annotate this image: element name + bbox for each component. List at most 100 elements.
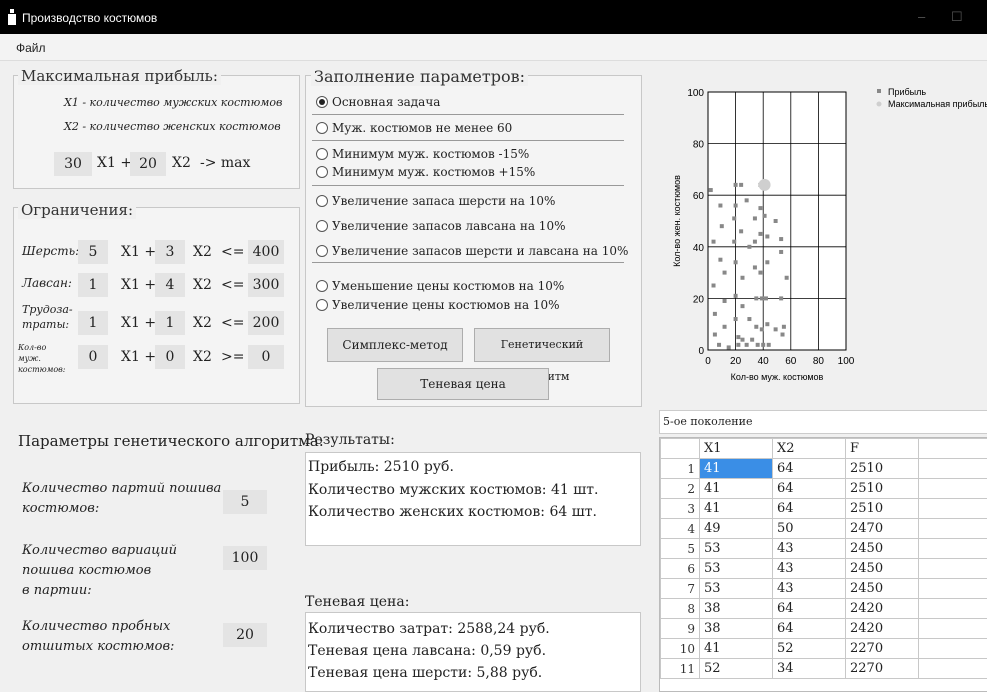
cell-x2[interactable]: 43 [773,559,846,579]
cell-x1[interactable]: 41 [700,639,773,659]
labor-rhs[interactable]: 200 [248,311,284,335]
cell-x1[interactable]: 53 [700,579,773,599]
row-header[interactable]: 2 [661,479,700,499]
row-header[interactable]: 5 [661,539,700,559]
table-row[interactable]: 753432450 [661,579,987,599]
scatter-point [779,296,783,300]
row-header[interactable]: 8 [661,599,700,619]
menu-file[interactable]: Файл [16,41,46,55]
men-a[interactable]: 0 [78,345,108,369]
cell-f[interactable]: 2420 [846,619,919,639]
generation-select[interactable]: 5-ое поколение [659,410,987,434]
row-header[interactable]: 4 [661,519,700,539]
option-main-task: Основная задача [332,95,440,109]
cell-f[interactable]: 2450 [846,579,919,599]
table-row[interactable]: 1152342270 [661,659,987,679]
minimize-icon[interactable]: – [918,9,925,24]
cell-x1[interactable]: 41 [700,499,773,519]
cell-x1[interactable]: 52 [700,659,773,679]
cell-x1[interactable]: 38 [700,599,773,619]
labor-a[interactable]: 1 [78,311,108,335]
cell-x2[interactable]: 64 [773,599,846,619]
profit-coef-x1[interactable]: 30 [54,152,92,176]
radio-men-plus15[interactable] [316,166,328,178]
radio-price-up[interactable] [316,299,328,311]
cell-x2[interactable]: 50 [773,519,846,539]
wool-b[interactable]: 3 [155,240,185,264]
cell-f[interactable]: 2420 [846,599,919,619]
wool-a[interactable]: 5 [78,240,108,264]
table-row[interactable]: 241642510 [661,479,987,499]
cell-x1[interactable]: 41 [700,459,773,479]
radio-wool-lavsan-10[interactable] [316,245,328,257]
cell-x1[interactable]: 53 [700,539,773,559]
ga-samples-input[interactable]: 20 [223,623,267,647]
column-header-x2[interactable]: X2 [773,439,846,459]
ga-title: Параметры генетического алгоритма: [18,432,324,450]
table-row[interactable]: 341642510 [661,499,987,519]
lavsan-b[interactable]: 4 [155,273,185,297]
cell-x2[interactable]: 43 [773,539,846,559]
ga-batches-input[interactable]: 5 [223,490,267,514]
radio-price-down[interactable] [316,280,328,292]
cell-x1[interactable]: 41 [700,479,773,499]
cell-x2[interactable]: 64 [773,619,846,639]
cell-x2[interactable]: 52 [773,639,846,659]
cell-x2[interactable]: 34 [773,659,846,679]
table-row[interactable]: 653432450 [661,559,987,579]
wool-rhs[interactable]: 400 [248,240,284,264]
cell-x2[interactable]: 64 [773,479,846,499]
cell-f[interactable]: 2270 [846,639,919,659]
radio-men-60[interactable] [316,122,328,134]
lavsan-rhs[interactable]: 300 [248,273,284,297]
row-header[interactable]: 10 [661,639,700,659]
cell-f[interactable]: 2510 [846,479,919,499]
scatter-point [713,333,717,337]
row-header[interactable]: 1 [661,459,700,479]
result-profit: Прибыль: 2510 руб. [308,459,454,475]
men-b[interactable]: 0 [155,345,185,369]
row-header[interactable]: 3 [661,499,700,519]
radio-wool-10[interactable] [316,195,328,207]
column-header-f[interactable]: F [846,439,919,459]
table-row[interactable]: 838642420 [661,599,987,619]
shadow-price-button[interactable]: Теневая цена [377,368,549,400]
cell-f[interactable]: 2470 [846,519,919,539]
cell-f[interactable]: 2510 [846,499,919,519]
row-header[interactable]: 7 [661,579,700,599]
cell-x1[interactable]: 38 [700,619,773,639]
table-row[interactable]: 449502470 [661,519,987,539]
profit-coef-x2[interactable]: 20 [130,152,166,176]
men-rhs[interactable]: 0 [248,345,284,369]
labor-b[interactable]: 1 [155,311,185,335]
maximize-icon[interactable]: ☐ [951,9,963,25]
radio-men-minus15[interactable] [316,148,328,160]
column-header-x1[interactable]: X1 [700,439,773,459]
cell-x2[interactable]: 43 [773,579,846,599]
genetic-button[interactable]: Генетический алгоритм [474,328,610,362]
menu-bar: Файл [0,34,987,61]
radio-main-task[interactable] [316,96,328,108]
table-row[interactable]: 938642420 [661,619,987,639]
cell-f[interactable]: 2450 [846,539,919,559]
scatter-point [753,216,757,220]
row-header[interactable]: 11 [661,659,700,679]
cell-x1[interactable]: 49 [700,519,773,539]
cell-f[interactable]: 2510 [846,459,919,479]
cell-f[interactable]: 2450 [846,559,919,579]
cell-f[interactable]: 2270 [846,659,919,679]
table-row[interactable]: 553432450 [661,539,987,559]
table-row[interactable]: 141642510 [661,459,987,479]
option-men-60: Муж. костюмов не менее 60 [332,121,512,135]
ga-variations-input[interactable]: 100 [223,546,267,570]
ga-batches-label: Количество партий пошива костюмов: [22,479,221,519]
cell-x2[interactable]: 64 [773,499,846,519]
table-row[interactable]: 1041522270 [661,639,987,659]
row-header[interactable]: 9 [661,619,700,639]
cell-x1[interactable]: 53 [700,559,773,579]
cell-x2[interactable]: 64 [773,459,846,479]
lavsan-a[interactable]: 1 [78,273,108,297]
simplex-button[interactable]: Симплекс-метод [327,328,463,362]
radio-lavsan-10[interactable] [316,220,328,232]
row-header[interactable]: 6 [661,559,700,579]
